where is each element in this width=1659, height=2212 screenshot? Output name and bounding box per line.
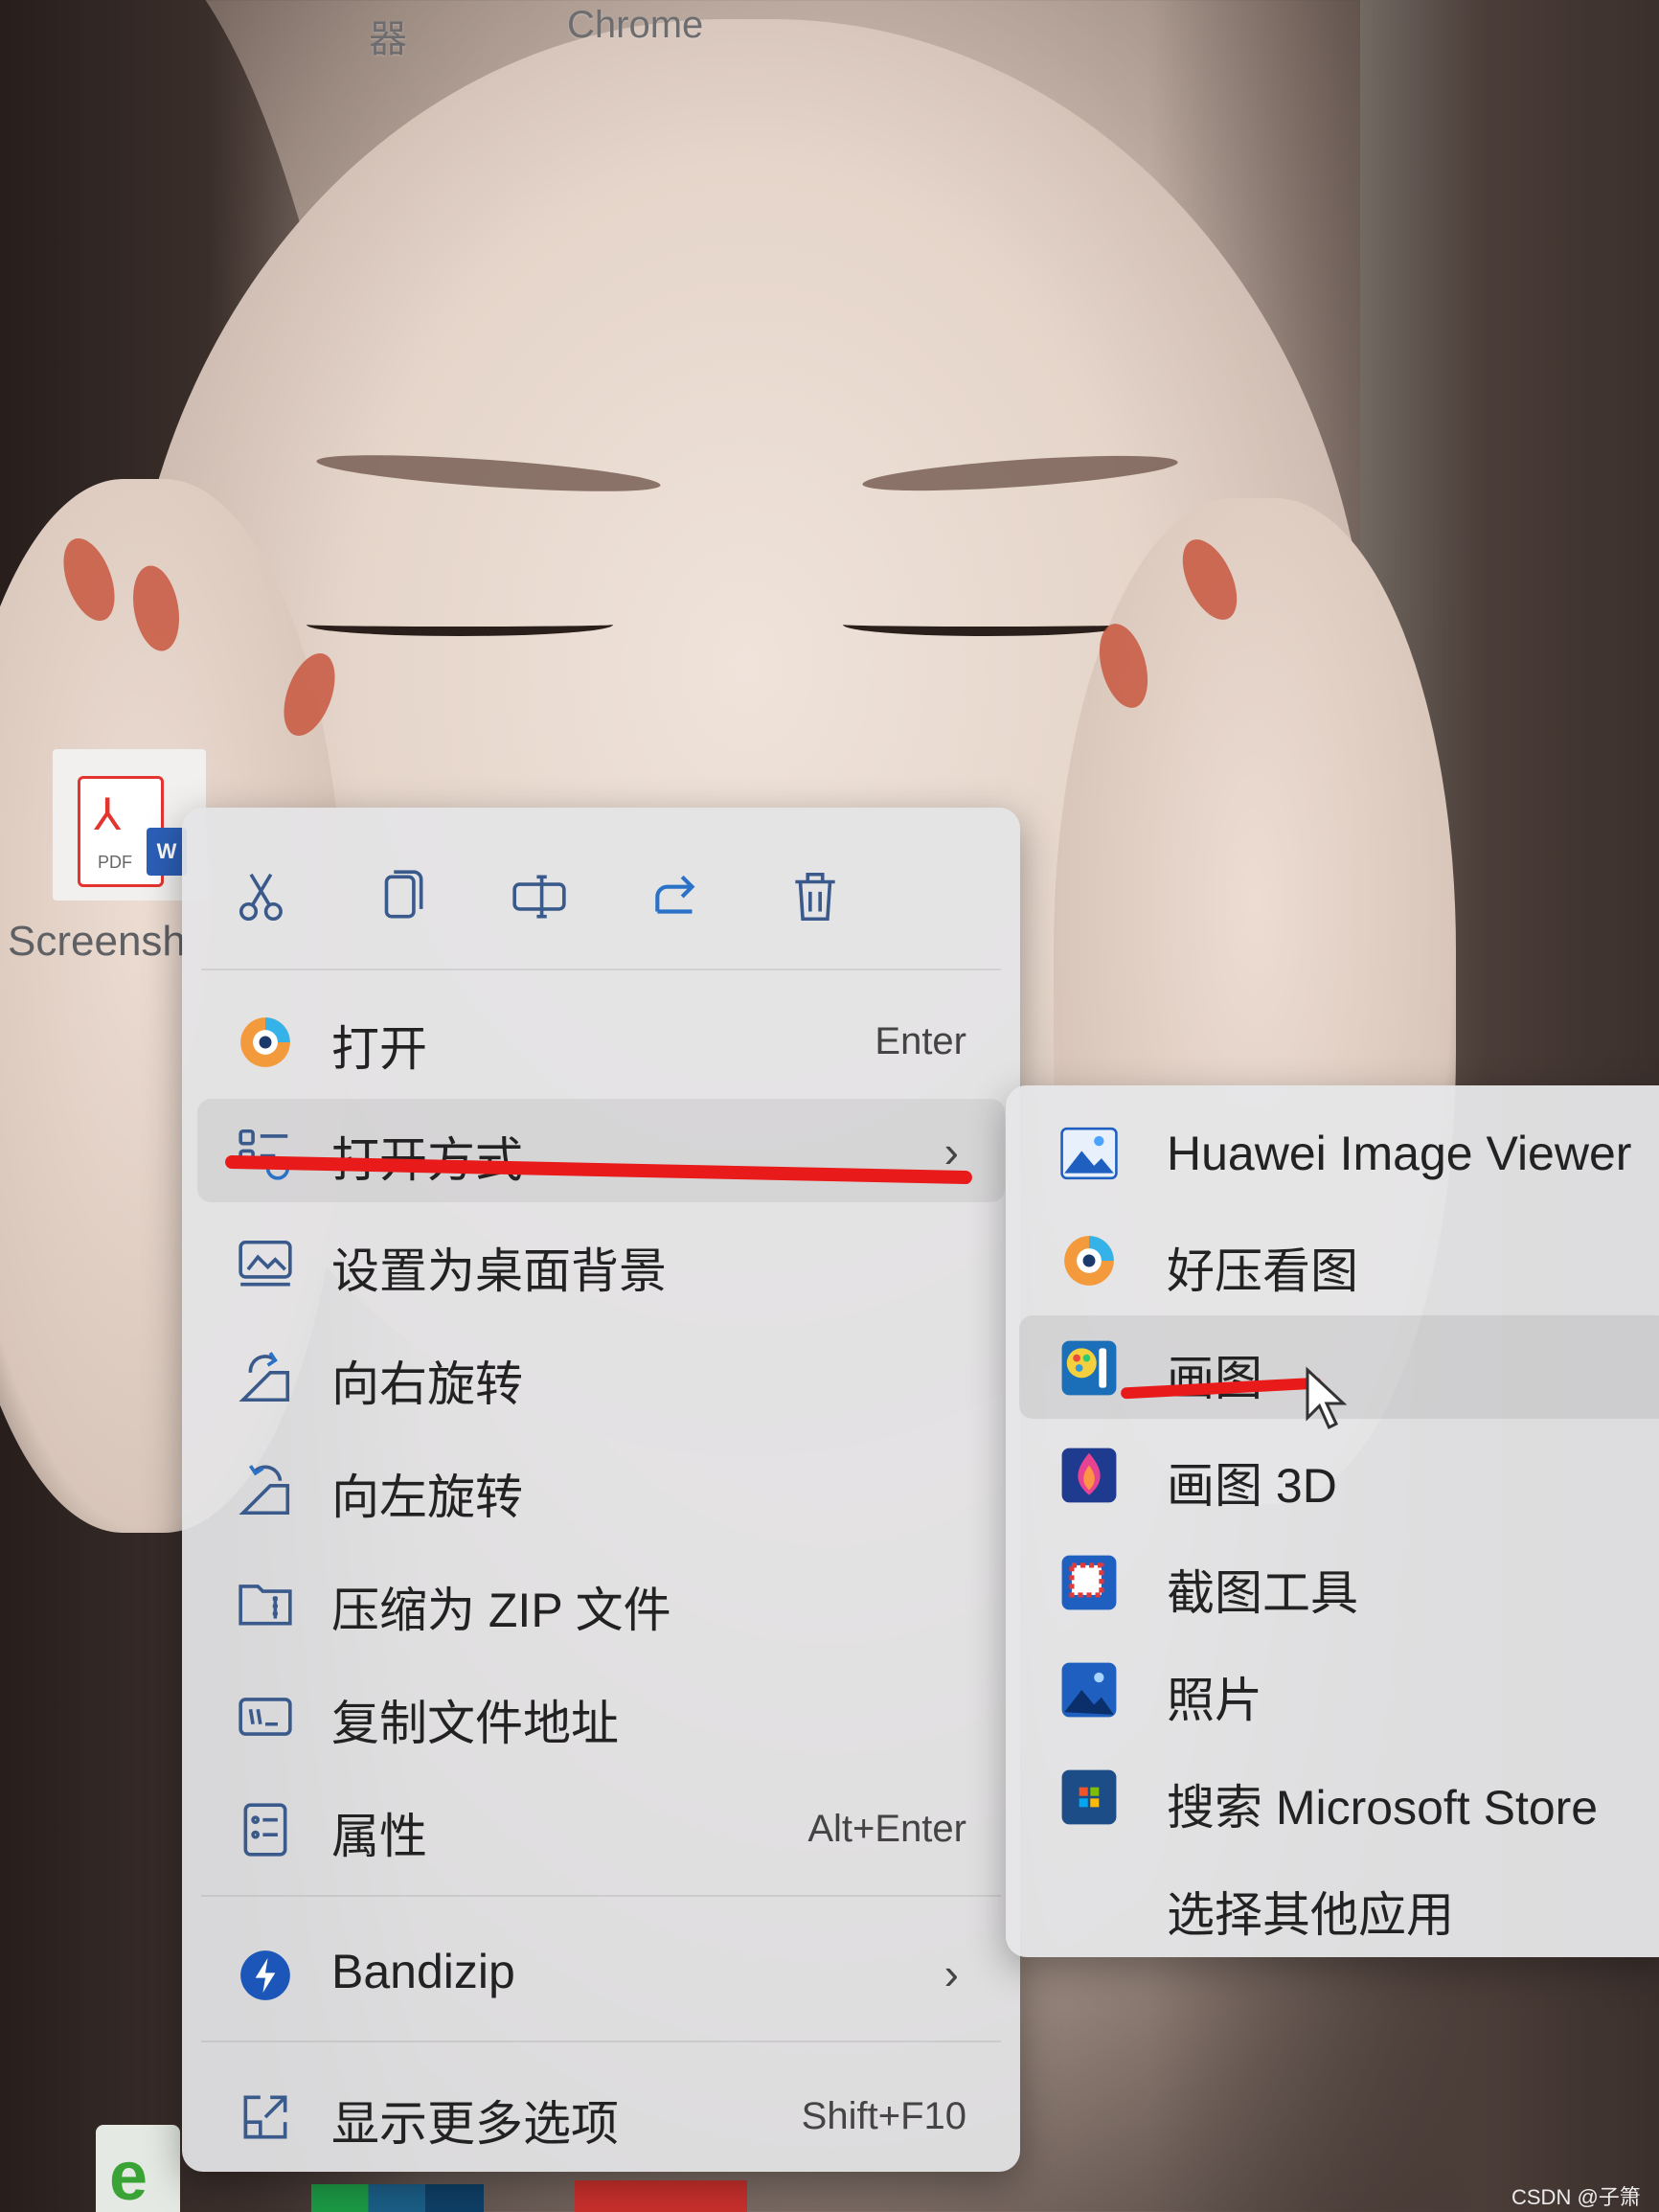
menu-item-shortcut: Shift+F10 bbox=[801, 2095, 966, 2137]
menu-item-label: 设置为桌面背景 bbox=[331, 1244, 667, 1298]
menu-item-label: 显示更多选项 bbox=[331, 2097, 619, 2151]
menu-item-set-wallpaper[interactable]: 设置为桌面背景 bbox=[197, 1210, 1005, 1313]
menu-item-copy-path[interactable]: 复制文件地址 bbox=[197, 1662, 1005, 1766]
menu-item-label: 向右旋转 bbox=[331, 1357, 523, 1411]
copy-icon bbox=[384, 870, 423, 919]
submenu-item-label: 好压看图 bbox=[1167, 1244, 1358, 1298]
snipping-tool-icon bbox=[1061, 1555, 1117, 1610]
menu-item-rotate-left[interactable]: 向左旋转 bbox=[197, 1436, 1005, 1539]
menu-item-shortcut: Alt+Enter bbox=[807, 1808, 966, 1850]
bandizip-icon bbox=[240, 1950, 290, 2000]
menu-item-label: 打开 bbox=[331, 1022, 427, 1076]
submenu-item-choose-other-app[interactable]: 选择其他应用 bbox=[1019, 1852, 1659, 1955]
submenu-item-microsoft-store[interactable]: 搜索 Microsoft Store bbox=[1019, 1745, 1659, 1848]
share-icon bbox=[655, 875, 695, 914]
menu-separator bbox=[201, 2041, 1001, 2042]
paint-3d-icon bbox=[1061, 1448, 1117, 1503]
open-with-submenu: Huawei Image Viewer 好压看图 画图 画图 3D 截图工具 照… bbox=[1006, 1085, 1659, 1957]
submenu-item-photos[interactable]: 照片 bbox=[1019, 1637, 1659, 1741]
pdf-text: PDF bbox=[98, 853, 132, 872]
photos-icon bbox=[1061, 1662, 1117, 1718]
rotate-left-icon bbox=[239, 1465, 290, 1516]
submenu-item-paint-3d[interactable]: 画图 3D bbox=[1019, 1423, 1659, 1526]
submenu-item-label: 搜索 Microsoft Store bbox=[1167, 1781, 1599, 1835]
haoya-viewer-icon bbox=[1064, 1236, 1114, 1286]
microsoft-store-icon bbox=[1061, 1769, 1117, 1825]
taskbar-app-icon[interactable] bbox=[311, 2184, 484, 2212]
submenu-item-huawei-image-viewer[interactable]: Huawei Image Viewer bbox=[1019, 1101, 1659, 1204]
menu-separator bbox=[201, 969, 1001, 970]
submenu-item-label: Huawei Image Viewer bbox=[1167, 1127, 1632, 1180]
more-options-icon bbox=[243, 2095, 287, 2139]
rename-button[interactable] bbox=[496, 854, 582, 940]
paint-icon bbox=[1061, 1340, 1117, 1396]
rename-icon bbox=[512, 875, 566, 919]
menu-item-label: 打开方式 bbox=[331, 1122, 523, 1191]
taskbar-app-icon[interactable] bbox=[575, 2180, 747, 2212]
acrobat-glyph-icon: ⅄ bbox=[94, 789, 122, 839]
desktop-label-top[interactable]: 器 bbox=[369, 8, 407, 63]
cut-button[interactable] bbox=[220, 854, 307, 940]
submenu-item-snipping-tool[interactable]: 截图工具 bbox=[1019, 1530, 1659, 1633]
huawei-image-viewer-icon bbox=[1060, 1127, 1118, 1180]
menu-item-open[interactable]: 打开 Enter bbox=[197, 988, 1005, 1091]
desktop-file-name[interactable]: Screensh bbox=[8, 918, 185, 966]
menu-item-shortcut: Enter bbox=[875, 1020, 966, 1062]
menu-item-compress-zip[interactable]: 压缩为 ZIP 文件 bbox=[197, 1549, 1005, 1653]
desktop-label-chrome[interactable]: Chrome bbox=[567, 4, 703, 47]
context-menu-quick-actions bbox=[182, 808, 1020, 970]
trash-icon bbox=[795, 872, 835, 922]
menu-item-label: 向左旋转 bbox=[331, 1471, 523, 1524]
submenu-item-label: 画图 3D bbox=[1167, 1459, 1337, 1513]
chevron-right-icon: › bbox=[943, 1949, 959, 1998]
context-menu: 打开 Enter 打开方式 › 设置为桌面背景 向右旋转 向左旋转 压缩为 bbox=[182, 808, 1020, 2172]
haoya-viewer-icon bbox=[240, 1017, 290, 1067]
wallpaper-eye-left bbox=[307, 613, 613, 636]
open-with-icon bbox=[239, 1129, 290, 1180]
properties-icon bbox=[243, 1803, 287, 1857]
wallpaper-eye-right bbox=[843, 613, 1130, 636]
menu-separator bbox=[201, 1895, 1001, 1897]
wallpaper-icon bbox=[239, 1240, 292, 1287]
rotate-right-icon bbox=[239, 1352, 290, 1402]
menu-item-label: 压缩为 ZIP 文件 bbox=[331, 1584, 671, 1637]
menu-item-rotate-right[interactable]: 向右旋转 bbox=[197, 1323, 1005, 1426]
menu-item-label: Bandizip bbox=[331, 1945, 515, 1998]
menu-item-properties[interactable]: 属性 Alt+Enter bbox=[197, 1775, 1005, 1879]
menu-item-open-with[interactable]: 打开方式 › bbox=[197, 1099, 1005, 1202]
submenu-item-label: 照片 bbox=[1167, 1674, 1262, 1727]
zip-folder-icon bbox=[239, 1585, 292, 1626]
delete-button[interactable] bbox=[772, 854, 858, 940]
submenu-item-haoya[interactable]: 好压看图 bbox=[1019, 1208, 1659, 1311]
submenu-item-label: 画图 bbox=[1167, 1352, 1262, 1405]
copy-button[interactable] bbox=[358, 854, 444, 940]
submenu-item-label: 截图工具 bbox=[1167, 1566, 1358, 1620]
taskbar-ie-icon[interactable]: e bbox=[96, 2125, 180, 2212]
menu-item-label: 属性 bbox=[331, 1810, 427, 1863]
submenu-item-label: 选择其他应用 bbox=[1167, 1888, 1454, 1942]
share-button[interactable] bbox=[634, 854, 720, 940]
word-badge-icon: W bbox=[147, 828, 187, 876]
menu-item-label: 复制文件地址 bbox=[331, 1697, 619, 1750]
menu-item-bandizip[interactable]: Bandizip › bbox=[197, 1921, 1005, 2024]
mouse-cursor-icon bbox=[1306, 1366, 1348, 1430]
watermark: CSDN @子箫97 bbox=[1511, 2185, 1641, 2212]
menu-item-show-more-options[interactable]: 显示更多选项 Shift+F10 bbox=[197, 2063, 1005, 2166]
copy-path-icon bbox=[239, 1698, 292, 1736]
scissors-icon bbox=[239, 873, 283, 922]
